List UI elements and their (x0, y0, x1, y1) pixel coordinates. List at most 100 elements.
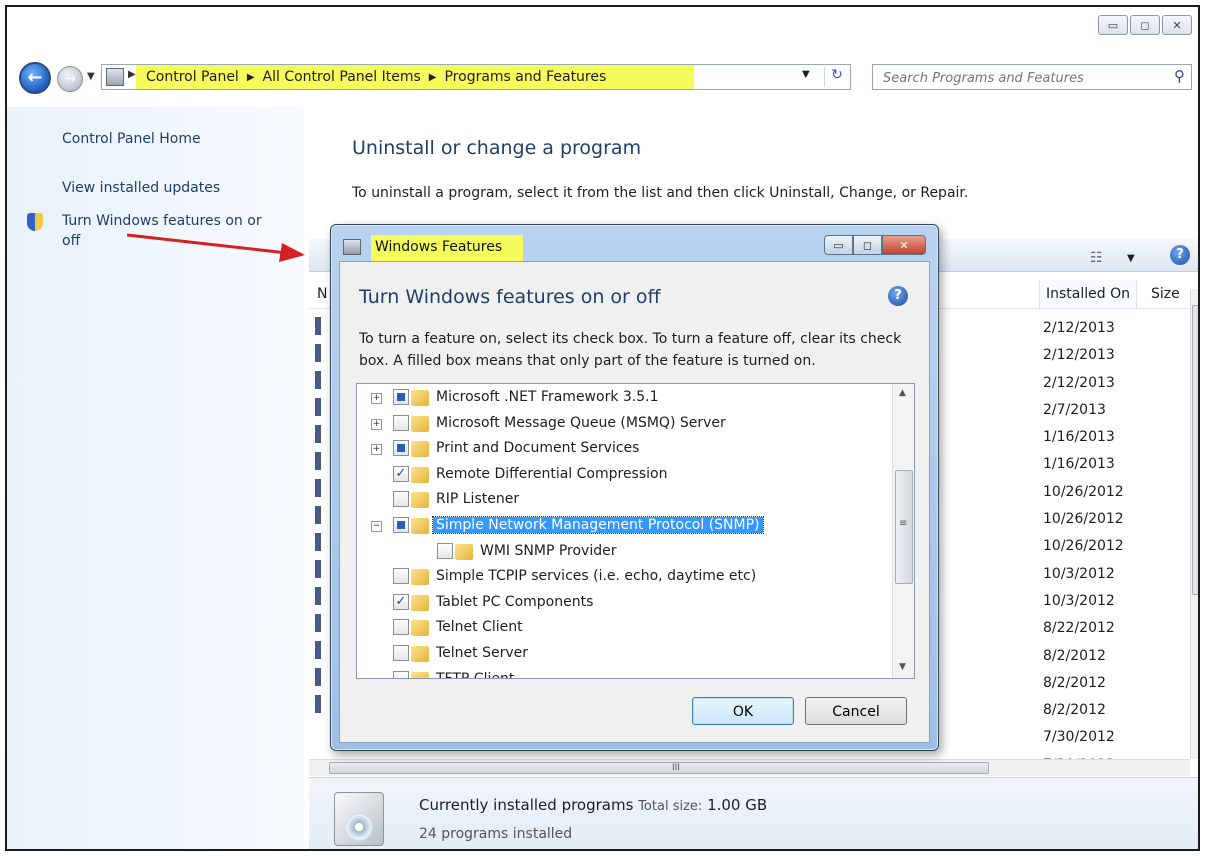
scroll-thumb[interactable]: III (329, 762, 989, 774)
table-row[interactable]: 2/7/2013 (1043, 397, 1124, 424)
table-row[interactable]: 8/22/2012 (1043, 615, 1124, 642)
feature-label[interactable]: Microsoft Message Queue (MSMQ) Server (433, 415, 729, 431)
feature-checkbox[interactable] (393, 645, 409, 661)
view-dropdown-icon[interactable]: ▼ (1127, 253, 1135, 264)
expand-icon[interactable]: + (371, 393, 382, 404)
table-row[interactable]: 8/2/2012 (1043, 670, 1124, 697)
folder-icon (411, 390, 429, 406)
feature-label[interactable]: Print and Document Services (433, 440, 642, 456)
column-size-header[interactable]: Size (1151, 286, 1180, 302)
table-row[interactable]: 1/16/2013 (1043, 451, 1124, 478)
table-row[interactable]: 7/30/2012 (1043, 724, 1124, 751)
breadcrumb-programs-features[interactable]: Programs and Features (444, 69, 606, 85)
table-row[interactable]: 1/16/2013 (1043, 424, 1124, 451)
expand-icon[interactable]: + (371, 444, 382, 456)
scroll-thumb[interactable] (1192, 305, 1198, 595)
table-row[interactable]: 10/26/2012 (1043, 533, 1124, 560)
feature-label[interactable]: Telnet Server (433, 645, 531, 661)
feature-label[interactable]: Telnet Client (433, 619, 526, 635)
feature-item[interactable]: + Microsoft .NET Framework 3.5.1 (357, 386, 892, 412)
view-options-icon[interactable]: ☷ (1090, 250, 1103, 266)
collapse-icon[interactable]: − (371, 521, 382, 532)
dialog-body: Turn Windows features on or off ? To tur… (339, 261, 930, 743)
search-box[interactable]: ⚲ (872, 64, 1192, 90)
feature-item[interactable]: + Microsoft Message Queue (MSMQ) Server (357, 412, 892, 438)
feature-checkbox[interactable] (393, 414, 409, 431)
feature-checkbox[interactable] (393, 389, 409, 405)
feature-label[interactable]: Microsoft .NET Framework 3.5.1 (433, 389, 662, 405)
list-horizontal-scrollbar[interactable]: III (309, 759, 1190, 776)
feature-checkbox[interactable]: ✓ (393, 465, 409, 482)
close-button[interactable]: ✕ (1162, 15, 1192, 35)
forward-button[interactable]: → (57, 66, 83, 92)
help-icon[interactable]: ? (888, 286, 908, 306)
feature-label[interactable]: Remote Differential Compression (433, 466, 670, 482)
program-icon (315, 668, 321, 686)
feature-checkbox[interactable] (393, 517, 409, 533)
feature-label[interactable]: Simple TCPIP services (i.e. echo, daytim… (433, 568, 759, 584)
dialog-minimize-button[interactable]: ▭ (824, 235, 853, 255)
table-row[interactable]: 2/12/2013 (1043, 370, 1124, 397)
feature-checkbox[interactable]: ✓ (393, 593, 409, 610)
feature-item[interactable]: TFTP Client (357, 668, 892, 678)
turn-windows-features-link[interactable]: Turn Windows features on or (62, 213, 262, 229)
feature-checkbox[interactable] (393, 440, 409, 457)
feature-label[interactable]: Simple Network Management Protocol (SNMP… (432, 516, 764, 534)
address-bar[interactable]: ▶ Control Panel ▶ All Control Panel Item… (101, 64, 851, 90)
table-row[interactable]: 10/26/2012 (1043, 506, 1124, 533)
feature-item[interactable]: ✓ Remote Differential Compression (357, 463, 892, 489)
search-icon[interactable]: ⚲ (1174, 67, 1185, 85)
feature-label[interactable]: TFTP Client (433, 671, 517, 678)
table-row[interactable]: 10/3/2012 (1043, 588, 1124, 615)
ok-button[interactable]: OK (692, 697, 794, 725)
feature-checkbox[interactable] (437, 542, 453, 559)
table-row[interactable]: 2/12/2013 (1043, 342, 1124, 369)
feature-checkbox[interactable] (393, 568, 409, 585)
chevron-right-icon[interactable]: ▶ (128, 69, 136, 80)
feature-checkbox[interactable] (393, 619, 409, 636)
feature-item[interactable]: RIP Listener (357, 488, 892, 514)
refresh-icon[interactable]: ↻ (824, 67, 849, 87)
feature-item[interactable]: + Print and Document Services (357, 437, 892, 463)
feature-item[interactable]: Simple TCPIP services (i.e. echo, daytim… (357, 565, 892, 591)
breadcrumb-all-items[interactable]: All Control Panel Items (263, 69, 421, 85)
feature-label[interactable]: RIP Listener (433, 491, 522, 507)
breadcrumb-control-panel[interactable]: Control Panel (146, 69, 239, 85)
expand-icon[interactable]: + (371, 418, 382, 430)
chevron-right-icon[interactable]: ▶ (429, 72, 437, 83)
scroll-down-icon[interactable]: ▼ (899, 662, 906, 672)
feature-label[interactable]: WMI SNMP Provider (477, 543, 619, 559)
table-row[interactable]: 2/12/2013 (1043, 315, 1124, 342)
table-row[interactable]: 8/2/2012 (1043, 697, 1124, 724)
recent-pages-dropdown[interactable]: ▼ (87, 71, 95, 82)
scroll-up-icon[interactable]: ▲ (899, 388, 906, 398)
table-row[interactable]: 8/2/2012 (1043, 643, 1124, 670)
dialog-close-button[interactable]: ✕ (882, 235, 926, 255)
cancel-button[interactable]: Cancel (805, 697, 907, 725)
maximize-button[interactable]: ◻ (1130, 15, 1160, 35)
feature-item[interactable]: − Simple Network Management Protocol (SNM… (357, 514, 892, 540)
feature-item[interactable]: ✓ Tablet PC Components (357, 591, 892, 617)
help-icon[interactable]: ? (1170, 245, 1190, 265)
back-button[interactable]: ← (19, 62, 51, 94)
feature-item[interactable]: Telnet Client (357, 616, 892, 642)
table-row[interactable]: 10/3/2012 (1043, 561, 1124, 588)
chevron-right-icon[interactable]: ▶ (247, 72, 255, 83)
control-panel-home-link[interactable]: Control Panel Home (62, 131, 201, 147)
table-row[interactable]: 10/26/2012 (1043, 479, 1124, 506)
minimize-button[interactable]: ▭ (1098, 15, 1128, 35)
turn-windows-features-link-cont[interactable]: off (62, 233, 80, 249)
tree-vertical-scrollbar[interactable]: ▲ ≡ ▼ (892, 384, 914, 678)
feature-item[interactable]: WMI SNMP Provider (357, 540, 892, 566)
list-vertical-scrollbar[interactable] (1190, 289, 1198, 759)
dialog-maximize-button[interactable]: ◻ (853, 235, 882, 255)
feature-item[interactable]: Telnet Server (357, 642, 892, 668)
address-dropdown-icon[interactable]: ▼ (802, 69, 810, 80)
search-input[interactable] (881, 66, 1165, 90)
feature-label[interactable]: Tablet PC Components (433, 594, 596, 610)
feature-checkbox[interactable] (393, 491, 409, 508)
column-installed-on-header[interactable]: Installed On (1039, 280, 1137, 308)
view-installed-updates-link[interactable]: View installed updates (62, 180, 220, 196)
feature-checkbox[interactable] (393, 670, 409, 678)
column-name-header[interactable]: N (317, 286, 327, 302)
